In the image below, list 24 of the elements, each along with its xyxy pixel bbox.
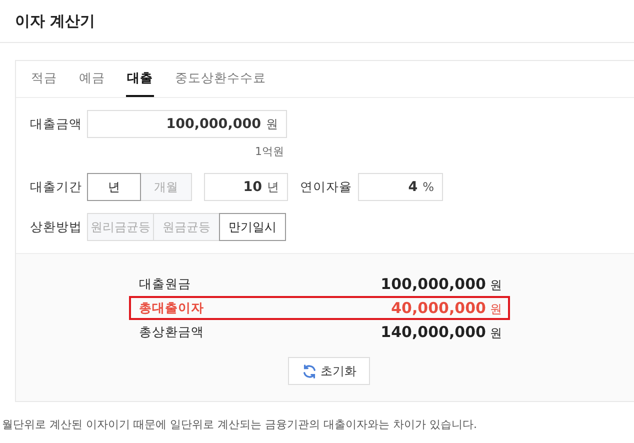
method-option[interactable]: 만기일시 [219,213,286,241]
rate-field[interactable]: 4 % [358,173,443,201]
field-label: 상환방법 [30,218,83,236]
tab[interactable]: 중도상환수수료 [174,61,267,97]
field-label: 대출금액 [30,116,83,132]
result-label: 대출원금 [139,276,191,292]
reset-button[interactable]: 초기화 [288,357,370,385]
footnote: 월단위로 계산된 이자이기 때문에 일단위로 계산되는 금융기관의 대출이자와는 차이가 있습니다. [2,417,478,432]
result-value: 140,000,000 원 [380,322,502,342]
tab[interactable]: 대출 [126,61,154,97]
period-field[interactable]: 10 년 [204,173,288,201]
result-value: 100,000,000 원 [380,274,502,294]
result-label: 총대출이자 [139,300,204,316]
page-title: 이자 계산기 [15,12,96,30]
field-label: 연이자율 [300,178,353,196]
unit-toggle[interactable]: 년 [87,173,141,201]
result-value: 40,000,000 원 [391,298,502,318]
tab[interactable]: 적금 [30,61,58,97]
result-label: 총상환금액 [139,324,204,340]
amount-field[interactable]: 100,000,000 원 [87,110,287,138]
field-label: 대출기간 [30,178,83,196]
tab[interactable]: 예금 [78,61,106,97]
refresh-icon [302,364,316,378]
amount-hint: 1억원 [255,144,284,159]
